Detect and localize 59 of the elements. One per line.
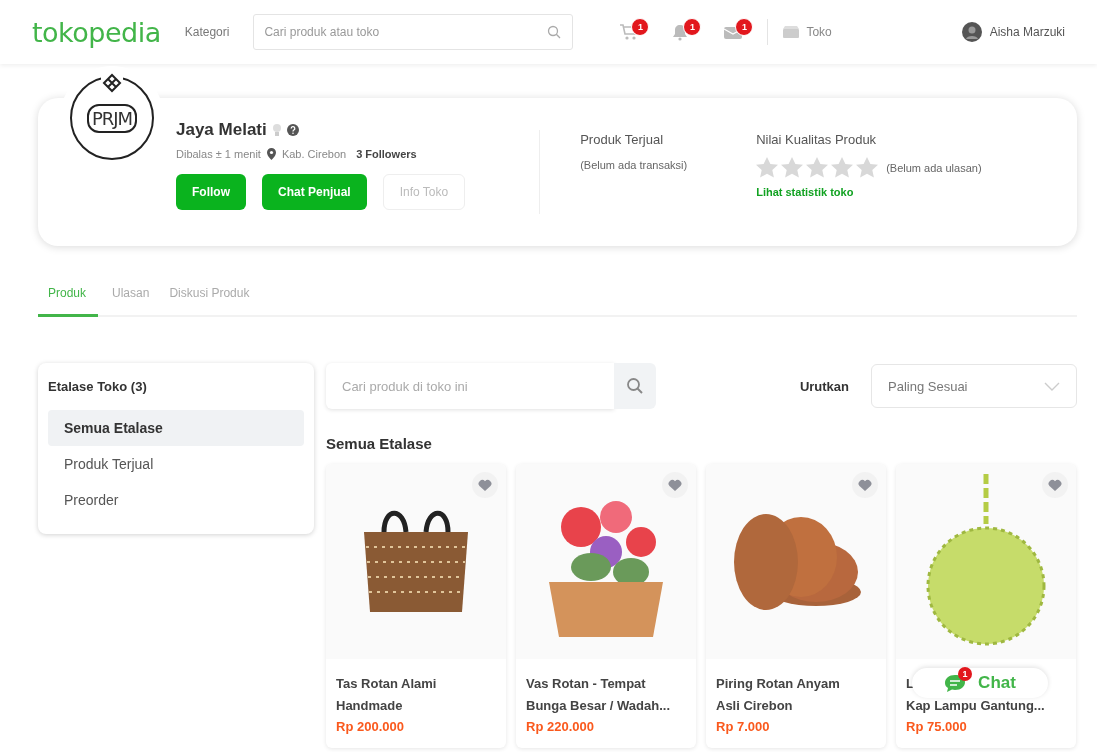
search-field[interactable]: Cari produk atau toko xyxy=(253,14,574,50)
shop-link[interactable]: Toko xyxy=(806,25,832,39)
sort-label: Urutkan xyxy=(799,378,849,394)
star-icon xyxy=(856,157,879,178)
product-name: Vas Rotan - Tempat xyxy=(526,675,646,693)
sort-dropdown[interactable]: Paling Sesuai xyxy=(871,364,1077,408)
tab[interactable]: Diskusi Produk xyxy=(163,276,256,317)
star-icon xyxy=(831,157,854,178)
product-name: Kap Lampu Gantung... xyxy=(906,697,1045,715)
category-link[interactable]: Kategori xyxy=(184,25,230,39)
search-button[interactable] xyxy=(614,363,656,409)
product-price: Rp 200.000 xyxy=(335,718,405,736)
etalase-item[interactable]: Produk Terjual xyxy=(48,446,304,482)
user-name[interactable]: Aisha Marzuki xyxy=(989,25,1065,39)
section-title: Semua Etalase xyxy=(326,435,433,452)
search-icon[interactable] xyxy=(547,25,562,39)
notification-badge: 1 xyxy=(958,667,973,681)
product-name: Handmade xyxy=(336,697,403,715)
shop-name: Jaya Melati xyxy=(176,120,267,140)
action-button[interactable]: Follow xyxy=(176,174,246,210)
product-price: Rp 220.000 xyxy=(525,718,595,736)
tab[interactable]: Produk xyxy=(38,276,99,317)
star-icon xyxy=(756,157,779,178)
chat-button[interactable]: 1 Chat xyxy=(912,668,1048,698)
product-name: Asli Cirebon xyxy=(716,697,793,715)
quality-title: Nilai Kualitas Produk xyxy=(756,132,878,147)
product-search-field[interactable]: Cari produk di toko ini xyxy=(326,363,614,409)
sold-value: (Belum ada transaksi) xyxy=(580,159,689,171)
notification-badge: 1 xyxy=(735,18,754,36)
etalase-title: Etalase Toko (3) xyxy=(48,379,148,394)
help-icon[interactable] xyxy=(286,124,299,136)
lightbulb-icon xyxy=(271,123,282,137)
product-name: Bunga Besar / Wadah... xyxy=(526,697,670,715)
rating-note: (Belum ada ulasan) xyxy=(886,161,982,174)
action-button[interactable]: Chat Penjual xyxy=(262,174,367,210)
response-time: Dibalas ± 1 menit xyxy=(176,148,261,160)
product-name: Tas Rotan Alami xyxy=(336,675,437,693)
star-icon xyxy=(806,157,829,178)
etalase-item[interactable]: Preorder xyxy=(48,482,304,518)
avatar-icon[interactable] xyxy=(961,22,982,42)
shop-location: Kab. Cirebon xyxy=(281,148,347,160)
search-icon xyxy=(626,377,644,395)
etalase-item[interactable]: Semua Etalase xyxy=(48,410,304,446)
notification-badge: 1 xyxy=(683,18,702,36)
product-price: Rp 75.000 xyxy=(905,718,968,736)
bell-icon[interactable] xyxy=(671,23,690,41)
star-icon xyxy=(781,157,804,178)
notification-badge: 1 xyxy=(631,18,650,36)
statistics-link[interactable]: Lihat statistik toko xyxy=(756,186,982,198)
shop-icon[interactable] xyxy=(782,25,801,39)
sold-title: Produk Terjual xyxy=(580,132,665,147)
chevron-down-icon xyxy=(1044,381,1060,391)
product-price: Rp 7.000 xyxy=(715,718,771,736)
logo[interactable]: tokopedia xyxy=(32,16,161,48)
product-name: Piring Rotan Anyam xyxy=(716,675,840,693)
product-name: L xyxy=(906,675,914,693)
location-pin-icon xyxy=(266,148,276,160)
followers-count: 3 Followers xyxy=(356,148,417,160)
chat-bubble-icon xyxy=(944,673,967,693)
